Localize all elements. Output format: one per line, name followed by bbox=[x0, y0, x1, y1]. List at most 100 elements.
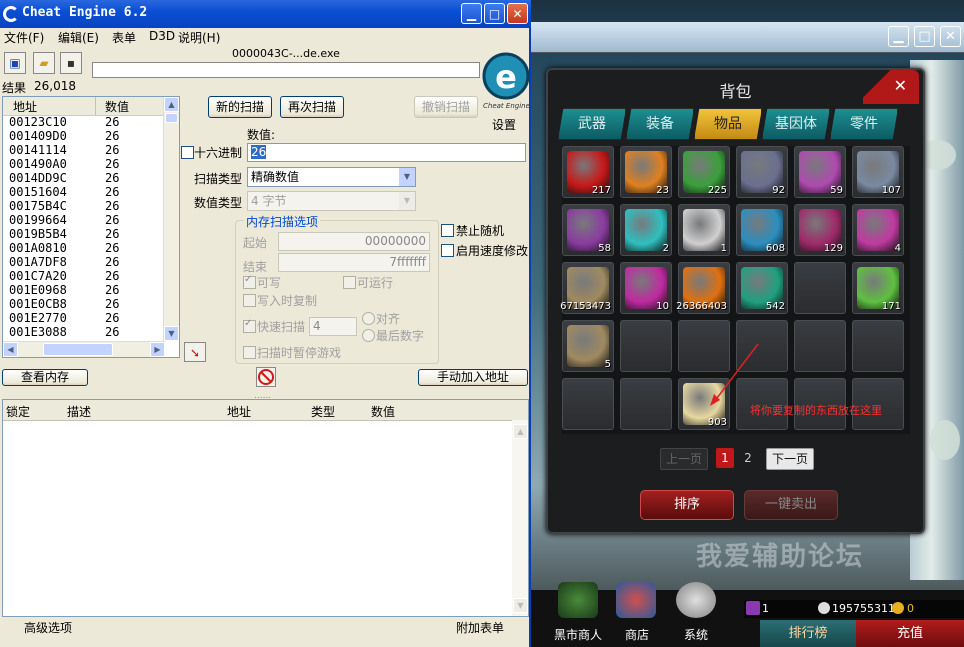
fast-scan-alignment-input[interactable]: 4 bbox=[309, 317, 357, 336]
inventory-slot[interactable]: 23 bbox=[620, 146, 672, 198]
inventory-slot[interactable]: 10 bbox=[620, 262, 672, 314]
tab-equipment[interactable]: 装备 bbox=[626, 108, 694, 140]
address-row[interactable]: 001490A0 26 bbox=[3, 157, 165, 171]
copy-on-write-checkbox[interactable] bbox=[243, 294, 256, 307]
align-radio[interactable] bbox=[362, 312, 375, 325]
ce-minimize-button[interactable]: ▁ bbox=[461, 3, 482, 24]
address-row[interactable]: 0014DD9C 26 bbox=[3, 171, 165, 185]
cheat-table-list[interactable]: 锁定 描述 地址 类型 数值 ▲ ▼ bbox=[2, 399, 529, 617]
next-scan-button[interactable]: 再次扫描 bbox=[280, 96, 344, 118]
inventory-slot[interactable]: 1 bbox=[678, 204, 730, 256]
shop-icon[interactable] bbox=[616, 582, 656, 618]
inventory-slot[interactable]: 4 bbox=[852, 204, 904, 256]
rank-button[interactable]: 排行榜 bbox=[760, 620, 856, 647]
speedhack-checkbox[interactable] bbox=[441, 244, 454, 257]
inventory-close-button[interactable]: ✕ bbox=[863, 70, 919, 104]
inventory-slot[interactable] bbox=[562, 378, 614, 430]
game-minimize-button[interactable]: ▁ bbox=[888, 26, 909, 47]
table-extras-link[interactable]: 附加表单 bbox=[456, 619, 504, 636]
pause-game-checkbox[interactable] bbox=[243, 346, 256, 359]
ce-close-button[interactable]: ✕ bbox=[507, 3, 528, 24]
col-address[interactable]: 地址 bbox=[227, 403, 251, 420]
address-row[interactable]: 001E2770 26 bbox=[3, 311, 165, 325]
inventory-slot[interactable]: 542 bbox=[736, 262, 788, 314]
tab-weapons[interactable]: 武器 bbox=[558, 108, 626, 140]
add-address-manually-button[interactable]: 手动加入地址 bbox=[418, 369, 528, 386]
clear-list-button[interactable] bbox=[256, 367, 276, 387]
address-row[interactable]: 00123C10 26 bbox=[3, 115, 165, 129]
game-close-button[interactable]: ✕ bbox=[940, 26, 961, 47]
inventory-slot[interactable] bbox=[620, 378, 672, 430]
address-row[interactable]: 001409D0 26 bbox=[3, 129, 165, 143]
col-address[interactable]: 地址 bbox=[13, 98, 37, 115]
col-lock[interactable]: 锁定 bbox=[6, 403, 30, 420]
scroll-down-arrow-icon[interactable]: ▼ bbox=[164, 326, 179, 341]
address-row[interactable]: 001A7DF8 26 bbox=[3, 255, 165, 269]
tab-parts[interactable]: 零件 bbox=[830, 108, 898, 140]
address-horizontal-scrollbar[interactable]: ◀ ▶ bbox=[3, 341, 165, 357]
page-1-button[interactable]: 1 bbox=[716, 448, 734, 468]
scroll-left-arrow-icon[interactable]: ◀ bbox=[3, 342, 18, 357]
tab-genes[interactable]: 基因体 bbox=[762, 108, 830, 140]
col-type[interactable]: 类型 bbox=[311, 403, 335, 420]
address-row[interactable]: 001E3088 26 bbox=[3, 325, 165, 339]
inventory-slot[interactable]: 217 bbox=[562, 146, 614, 198]
recharge-button[interactable]: 充值 bbox=[856, 620, 964, 647]
address-row[interactable]: 00151604 26 bbox=[3, 185, 165, 199]
open-file-button[interactable]: ▰ bbox=[33, 52, 55, 74]
scroll-thumb[interactable] bbox=[165, 113, 178, 123]
inventory-slot[interactable]: 92 bbox=[736, 146, 788, 198]
next-page-button[interactable]: 下一页 bbox=[766, 448, 814, 470]
writable-checkbox[interactable] bbox=[243, 274, 256, 289]
ce-maximize-button[interactable]: □ bbox=[484, 3, 505, 24]
disable-random-checkbox[interactable] bbox=[441, 224, 454, 237]
inventory-slot[interactable] bbox=[620, 320, 672, 372]
inventory-slot[interactable]: 59 bbox=[794, 146, 846, 198]
address-row[interactable]: 0019B5B4 26 bbox=[3, 227, 165, 241]
cheat-table-scrollbar[interactable]: ▲ ▼ bbox=[512, 420, 528, 616]
address-row[interactable]: 00175B4C 26 bbox=[3, 199, 165, 213]
game-restore-button[interactable]: □ bbox=[914, 26, 935, 47]
inventory-slot[interactable]: 58 bbox=[562, 204, 614, 256]
ce-logo[interactable]: e Cheat Engine bbox=[481, 48, 531, 118]
hex-checkbox[interactable] bbox=[181, 146, 194, 159]
save-button[interactable]: ▪ bbox=[60, 52, 82, 74]
system-gear-icon[interactable] bbox=[676, 582, 716, 618]
scan-type-select[interactable]: 精确数值 ▼ bbox=[247, 167, 416, 187]
new-scan-button[interactable]: 新的扫描 bbox=[208, 96, 272, 118]
tab-items[interactable]: 物品 bbox=[694, 108, 762, 140]
fast-scan-checkbox[interactable] bbox=[243, 318, 256, 333]
undo-scan-button[interactable]: 撤销扫描 bbox=[414, 96, 478, 118]
address-row[interactable]: 00141114 26 bbox=[3, 143, 165, 157]
col-value[interactable]: 数值 bbox=[371, 403, 395, 420]
scroll-up-arrow-icon[interactable]: ▲ bbox=[164, 97, 179, 112]
found-address-list[interactable]: 地址 数值 00123C10 26 001409D0 26 00141114 26 0014… bbox=[2, 96, 180, 358]
pointer-scan-button[interactable]: ➘ bbox=[184, 342, 206, 362]
inventory-slot[interactable]: 129 bbox=[794, 204, 846, 256]
col-value[interactable]: 数值 bbox=[105, 98, 129, 115]
inventory-slot[interactable] bbox=[794, 262, 846, 314]
scroll-down-arrow-icon[interactable]: ▼ bbox=[513, 598, 528, 613]
black-market-icon[interactable] bbox=[558, 582, 598, 618]
page-2-button[interactable]: 2 bbox=[740, 448, 756, 468]
col-description[interactable]: 描述 bbox=[67, 403, 91, 420]
scroll-up-arrow-icon[interactable]: ▲ bbox=[513, 424, 528, 439]
inventory-slot[interactable]: 225 bbox=[678, 146, 730, 198]
menu-help[interactable]: 说明(H) bbox=[178, 29, 220, 46]
inventory-slot[interactable]: 2 bbox=[620, 204, 672, 256]
address-row[interactable]: 001A0810 26 bbox=[3, 241, 165, 255]
inventory-slot[interactable] bbox=[794, 320, 846, 372]
scroll-thumb[interactable] bbox=[43, 343, 113, 356]
menu-d3d[interactable]: D3D bbox=[149, 29, 175, 43]
value-type-select[interactable]: 4 字节 ▼ bbox=[247, 191, 416, 211]
menu-edit[interactable]: 编辑(E) bbox=[58, 29, 99, 46]
stop-address-input[interactable]: 7fffffff bbox=[278, 253, 430, 272]
sell-all-button[interactable]: 一键卖出 bbox=[744, 490, 838, 520]
address-vertical-scrollbar[interactable]: ▲ ▼ bbox=[163, 97, 179, 341]
advanced-options-link[interactable]: 高级选项 bbox=[24, 619, 72, 636]
address-row[interactable]: 001E0968 26 bbox=[3, 283, 165, 297]
start-address-input[interactable]: 00000000 bbox=[278, 232, 430, 251]
executable-checkbox[interactable] bbox=[343, 276, 356, 289]
inventory-slot[interactable]: 107 bbox=[852, 146, 904, 198]
inventory-slot[interactable]: 608 bbox=[736, 204, 788, 256]
